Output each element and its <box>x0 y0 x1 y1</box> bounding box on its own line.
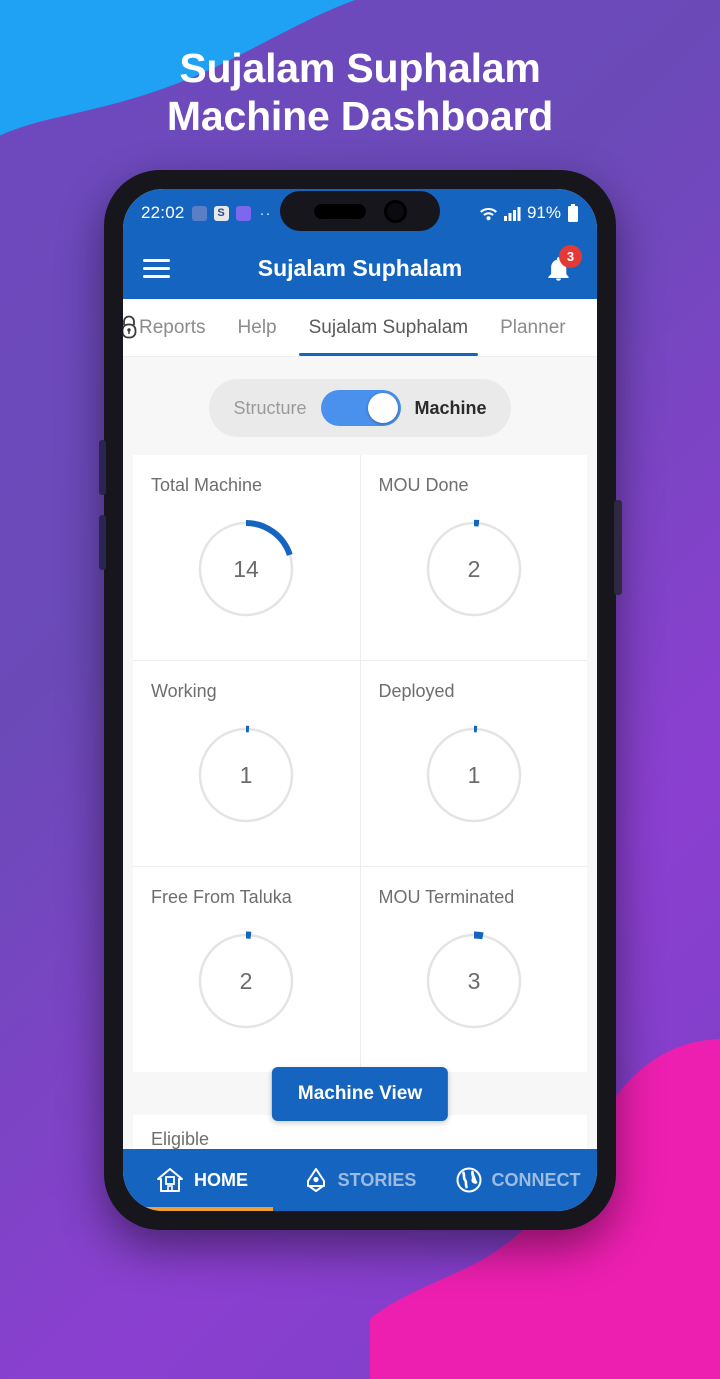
tab-help-label: Help <box>237 316 277 338</box>
gauge-mou-done: 2 <box>379 502 570 636</box>
gauge-value: 1 <box>467 762 480 788</box>
nav-item-home[interactable]: HOME <box>123 1149 281 1211</box>
gauge-card-mou-terminated[interactable]: MOU Terminated 3 <box>360 867 587 1072</box>
battery-percent-label: 91% <box>526 203 561 222</box>
gauge-value: 1 <box>240 762 253 788</box>
gauge-total-machine: 14 <box>151 502 342 636</box>
headline-line-2: Machine Dashboard <box>166 93 554 140</box>
notification-badge: 3 <box>559 245 582 268</box>
battery-icon <box>568 204 578 222</box>
phone-screen: 22:02 S ·· 91% Sujalam Suphalam 3 Report… <box>123 189 597 1211</box>
power-button[interactable] <box>614 500 622 595</box>
gauge-card-grid: Total Machine 14 MOU Done 2 Working 1 De… <box>133 455 587 1072</box>
headline-line-1: Sujalam Suphalam <box>179 45 541 91</box>
tab-planner[interactable]: Planner <box>484 299 582 356</box>
gauge-card-free-from-taluka[interactable]: Free From Taluka 2 <box>133 867 360 1072</box>
tab-reports-label: Reports <box>139 316 206 338</box>
tab-sujalam-suphalam-label: Sujalam Suphalam <box>308 316 469 338</box>
gauge-card-title: Total Machine <box>151 475 263 495</box>
tab-sujalam-suphalam[interactable]: Sujalam Suphalam <box>293 299 484 356</box>
app-bar-title: Sujalam Suphalam <box>257 254 463 281</box>
toggle-label-structure: Structure <box>233 397 307 418</box>
globe-icon <box>456 1167 481 1193</box>
gauge-value: 3 <box>467 968 480 994</box>
status-time: 22:02 <box>141 203 185 222</box>
status-bar-left: 22:02 S ·· <box>141 203 272 223</box>
status-overflow-dots: ·· <box>259 204 272 222</box>
home-icon <box>157 1168 183 1192</box>
gauge-card-total-machine[interactable]: Total Machine 14 <box>133 455 360 660</box>
gauge-value: 2 <box>240 968 253 994</box>
dashboard-content: Structure Machine Total Machine 14 MOU D… <box>123 357 597 1149</box>
tab-help[interactable]: Help <box>222 299 293 356</box>
volume-up-button[interactable] <box>99 440 106 495</box>
chat-app-icon <box>235 205 251 221</box>
gauge-card-title: Working <box>151 681 217 701</box>
nav-item-home-label: HOME <box>194 1169 248 1190</box>
earpiece-speaker <box>313 203 366 219</box>
nav-item-connect[interactable]: CONNECT <box>439 1149 597 1211</box>
bottom-navigation: HOME STORIES CONNECT <box>123 1149 597 1211</box>
gauge-free-from-taluka: 2 <box>151 914 342 1048</box>
nav-item-stories[interactable]: STORIES <box>281 1149 439 1211</box>
nav-item-stories-label: STORIES <box>337 1169 417 1190</box>
toggle-knob <box>367 393 398 423</box>
gauge-card-deployed[interactable]: Deployed 1 <box>360 661 587 866</box>
dynamic-island-notch <box>280 191 440 231</box>
status-bar-right: 91% <box>479 203 579 223</box>
tab-bar: Reports Help Sujalam Suphalam Planner <box>123 299 597 357</box>
gauge-card-title: Eligible <box>151 1129 210 1149</box>
toggle-switch[interactable] <box>320 390 401 426</box>
s-app-icon: S <box>213 205 229 221</box>
gauge-mou-terminated: 3 <box>379 914 570 1048</box>
app-bar: Sujalam Suphalam 3 <box>123 237 597 299</box>
machine-view-button[interactable]: Machine View <box>271 1067 449 1121</box>
copy-icon <box>191 205 207 221</box>
phone-mockup: 22:02 S ·· 91% Sujalam Suphalam 3 Report… <box>99 170 622 1230</box>
gauge-value: 2 <box>467 556 480 582</box>
structure-machine-toggle[interactable]: Structure Machine <box>209 379 511 437</box>
gauge-card-mou-done[interactable]: MOU Done 2 <box>360 455 587 660</box>
structure-machine-toggle-row: Structure Machine <box>123 357 597 455</box>
gauge-card-title: MOU Done <box>378 475 469 495</box>
gauge-card-title: Free From Taluka <box>151 887 292 907</box>
gauge-card-working[interactable]: Working 1 <box>133 661 360 866</box>
hamburger-menu-icon[interactable] <box>143 258 170 278</box>
notifications-button[interactable]: 3 <box>539 245 582 287</box>
front-camera <box>383 199 407 223</box>
poster-headline: Sujalam Suphalam Machine Dashboard <box>0 44 720 141</box>
gauge-value: 14 <box>233 556 259 582</box>
volume-down-button[interactable] <box>99 515 106 570</box>
nav-item-connect-label: CONNECT <box>491 1169 581 1190</box>
gauge-card-title: MOU Terminated <box>378 887 515 907</box>
tab-reports[interactable]: Reports <box>123 299 222 356</box>
pen-nib-icon <box>306 1168 325 1192</box>
toggle-label-machine: Machine <box>414 397 487 418</box>
signal-bars-icon <box>503 206 521 221</box>
gauge-card-title: Deployed <box>378 681 455 701</box>
gauge-working: 1 <box>151 708 342 842</box>
wifi-icon <box>479 207 497 220</box>
gauge-deployed: 1 <box>379 708 570 842</box>
tab-planner-label: Planner <box>500 316 566 338</box>
status-bar: 22:02 S ·· 91% <box>123 189 597 237</box>
